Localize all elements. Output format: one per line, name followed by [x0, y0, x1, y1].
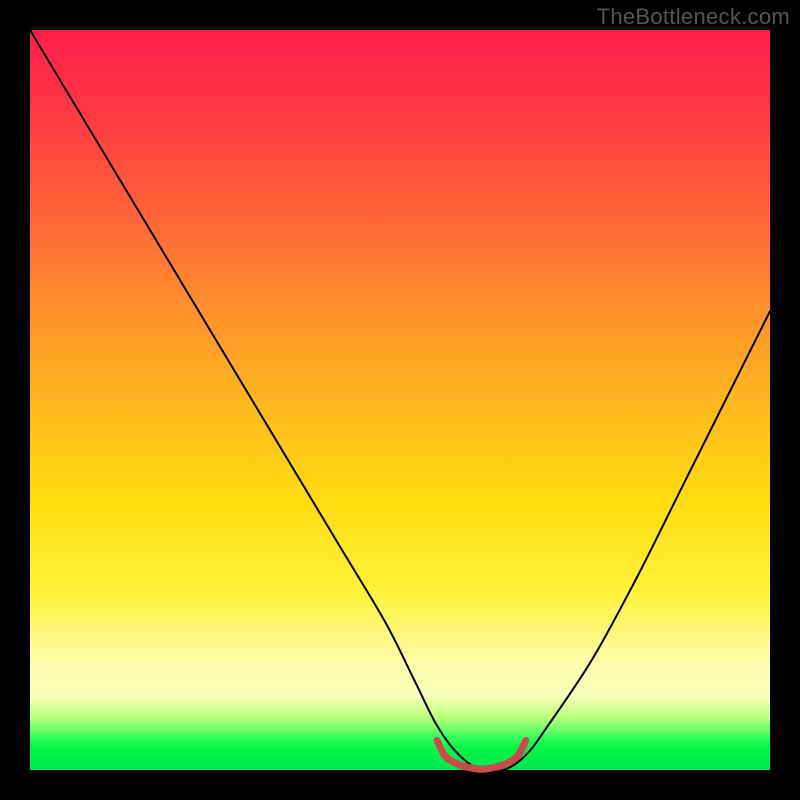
watermark-text: TheBottleneck.com — [597, 4, 790, 30]
chart-frame: TheBottleneck.com — [0, 0, 800, 800]
plot-area — [30, 30, 770, 770]
curve-svg — [30, 30, 770, 770]
bottleneck-curve-line — [30, 30, 770, 772]
